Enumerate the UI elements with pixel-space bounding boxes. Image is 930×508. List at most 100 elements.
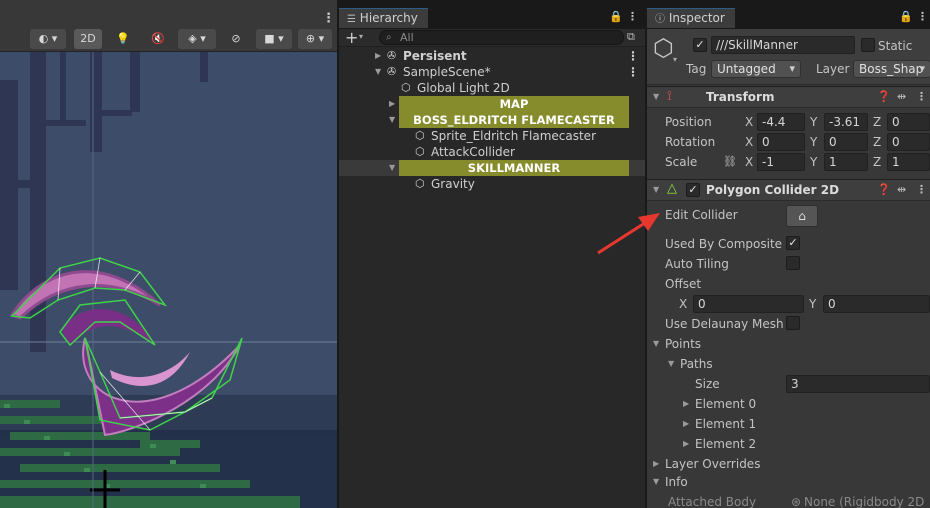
edit-shape-icon: ⌂ [798,209,806,223]
collapse-arrow-icon[interactable]: ▼ [653,89,659,105]
search-placeholder: All [400,31,414,44]
paths-size-field[interactable]: 3 [786,375,930,393]
add-dropdown-icon[interactable]: ▾ [359,32,363,41]
shading-mode-button[interactable]: ◐ ▾ [30,29,66,49]
collapse-arrow-icon[interactable]: ▼ [653,336,659,352]
points-label: Points [665,337,702,351]
camera-icon[interactable]: ■ ▾ [256,29,292,49]
hierarchy-search-input[interactable]: ⌕ All [379,30,624,45]
static-checkbox[interactable] [861,38,875,52]
scale-label: Scale [665,155,698,169]
collapse-arrow-icon[interactable]: ▼ [653,182,659,198]
gizmos-icon[interactable]: ⊕ ▾ [298,29,332,49]
edit-collider-button[interactable]: ⌂ [786,205,818,227]
tree-row-sprite[interactable]: ⬡ Sprite_Eldritch Flamecaster [339,128,645,144]
gameobject-cube-icon[interactable]: ⬡ [653,35,674,61]
tag-dropdown[interactable]: Untagged [711,60,801,78]
scene-view[interactable]: ⋮ ◐ ▾ 2D 💡 🔇 ◈ ▾ ⊘ ■ ▾ ⊕ ▾ [0,0,337,508]
path-element-label[interactable]: Element 2 [695,436,756,452]
tree-row-attackcollider[interactable]: ⬡ AttackCollider [339,144,645,160]
tab-hierarchy[interactable]: ☰ Hierarchy [339,8,428,28]
component-menu-icon[interactable]: ⋮ [916,183,927,197]
row-options-icon[interactable]: ⋮ [627,64,639,80]
tree-row-skillmanner[interactable]: ▼ SKILLMANNER [339,160,645,176]
more-options-icon[interactable]: ⋮ [322,11,335,26]
more-options-icon[interactable]: ⋮ [917,10,928,24]
tree-row-label: SampleScene* [403,65,491,79]
active-checkbox[interactable]: ✓ [693,38,707,52]
tree-row-boss[interactable]: ▼ BOSS_ELDRITCH FLAMECASTER [339,112,645,128]
expand-arrow-icon[interactable]: ▶ [653,456,659,472]
effects-icon[interactable]: ◈ ▾ [178,29,216,49]
scale-x-field[interactable]: -1 [757,153,805,171]
component-menu-icon[interactable]: ⋮ [916,90,927,104]
row-options-icon[interactable]: ⋮ [627,48,639,64]
scene-toolbar: ⋮ ◐ ▾ 2D 💡 🔇 ◈ ▾ ⊘ ■ ▾ ⊕ ▾ [0,0,337,52]
tree-row-samplescene[interactable]: ▼ ✇ SampleScene* ⋮ [339,64,645,80]
lock-icon[interactable]: 🔒 [609,10,623,24]
rotation-x-field[interactable]: 0 [757,133,805,151]
object-name-field[interactable]: ///SkillManner [711,36,855,54]
lock-icon[interactable]: 🔒 [899,10,913,24]
collapse-arrow-icon[interactable]: ▼ [668,356,674,372]
help-icon[interactable]: ❓ [877,90,891,104]
path-element-label[interactable]: Element 1 [695,416,756,432]
offset-y-label: Y [809,297,817,311]
offset-x-field[interactable]: 0 [693,295,804,313]
gameobject-cube-icon: ⬡ [401,81,411,94]
info-icon: ⓘ [655,14,665,25]
rotation-z-field[interactable]: 0 [887,133,930,151]
collapse-arrow-icon[interactable]: ▼ [375,64,381,80]
hidden-objects-icon[interactable]: ⊘ [224,29,248,49]
add-object-button[interactable]: + [345,28,358,47]
expand-arrow-icon[interactable]: ▶ [389,96,395,112]
path-element-label[interactable]: Element 0 [695,396,756,412]
scale-y-field[interactable]: 1 [824,153,868,171]
position-label: Position [665,115,712,129]
polygon-collider-header[interactable]: ▼ △ ✓ Polygon Collider 2D ❓ ⇹ ⋮ [647,179,930,201]
scene-canvas[interactable] [0,52,337,508]
icon-dropdown-icon[interactable]: ▾ [673,55,677,64]
scale-z-field[interactable]: 1 [887,153,930,171]
tree-row-map[interactable]: ▶ MAP [339,96,645,112]
expand-arrow-icon[interactable]: ▶ [683,396,689,412]
collider-enabled-checkbox[interactable]: ✓ [686,183,700,197]
position-z-field[interactable]: 0 [887,113,930,131]
collapse-arrow-icon[interactable]: ▼ [389,160,395,176]
help-icon[interactable]: ❓ [877,183,891,197]
search-options-icon[interactable]: ⧉ [627,30,635,44]
tree-row-gravity[interactable]: ⬡ Gravity [339,176,645,192]
constrain-proportions-icon[interactable]: ⛓ [723,155,737,169]
info-label[interactable]: Info [665,474,688,490]
transform-header[interactable]: ▼ ⟟ Transform ❓ ⇹ ⋮ [647,86,930,108]
presets-icon[interactable]: ⇹ [897,183,906,197]
tree-row-label: Global Light 2D [417,81,510,95]
rotation-y-field[interactable]: 0 [824,133,868,151]
tree-row-global-light[interactable]: ⬡ Global Light 2D [339,80,645,96]
use-delaunay-checkbox[interactable] [786,316,800,330]
auto-tiling-checkbox[interactable] [786,256,800,270]
axis-x-label: X [745,135,754,149]
audio-icon[interactable]: 🔇 [146,29,170,49]
attached-body-label: Attached Body [668,495,757,508]
offset-y-field[interactable]: 0 [823,295,930,313]
expand-arrow-icon[interactable]: ▶ [683,416,689,432]
expand-arrow-icon[interactable]: ▶ [683,436,689,452]
collapse-arrow-icon[interactable]: ▼ [389,112,395,128]
collapse-arrow-icon[interactable]: ▼ [653,474,659,490]
annotation-arrow-head [638,213,660,231]
layer-overrides-label[interactable]: Layer Overrides [665,456,760,472]
tree-row-persisent[interactable]: ▶ ✇ Persisent ⋮ [339,48,645,64]
mode-2d-button[interactable]: 2D [74,29,102,49]
lighting-icon[interactable]: 💡 [112,29,134,49]
expand-arrow-icon[interactable]: ▶ [375,48,381,64]
position-y-field[interactable]: -3.61 [824,113,868,131]
gameobject-cube-icon: ⬡ [415,145,425,158]
position-x-field[interactable]: -4.4 [757,113,805,131]
used-by-composite-checkbox[interactable]: ✓ [786,236,800,250]
more-options-icon[interactable]: ⋮ [627,10,638,24]
axis-y-label: Y [810,135,818,149]
layer-dropdown[interactable]: Boss_Shap [853,60,930,78]
tab-inspector[interactable]: ⓘ Inspector [647,8,735,28]
presets-icon[interactable]: ⇹ [897,90,906,104]
